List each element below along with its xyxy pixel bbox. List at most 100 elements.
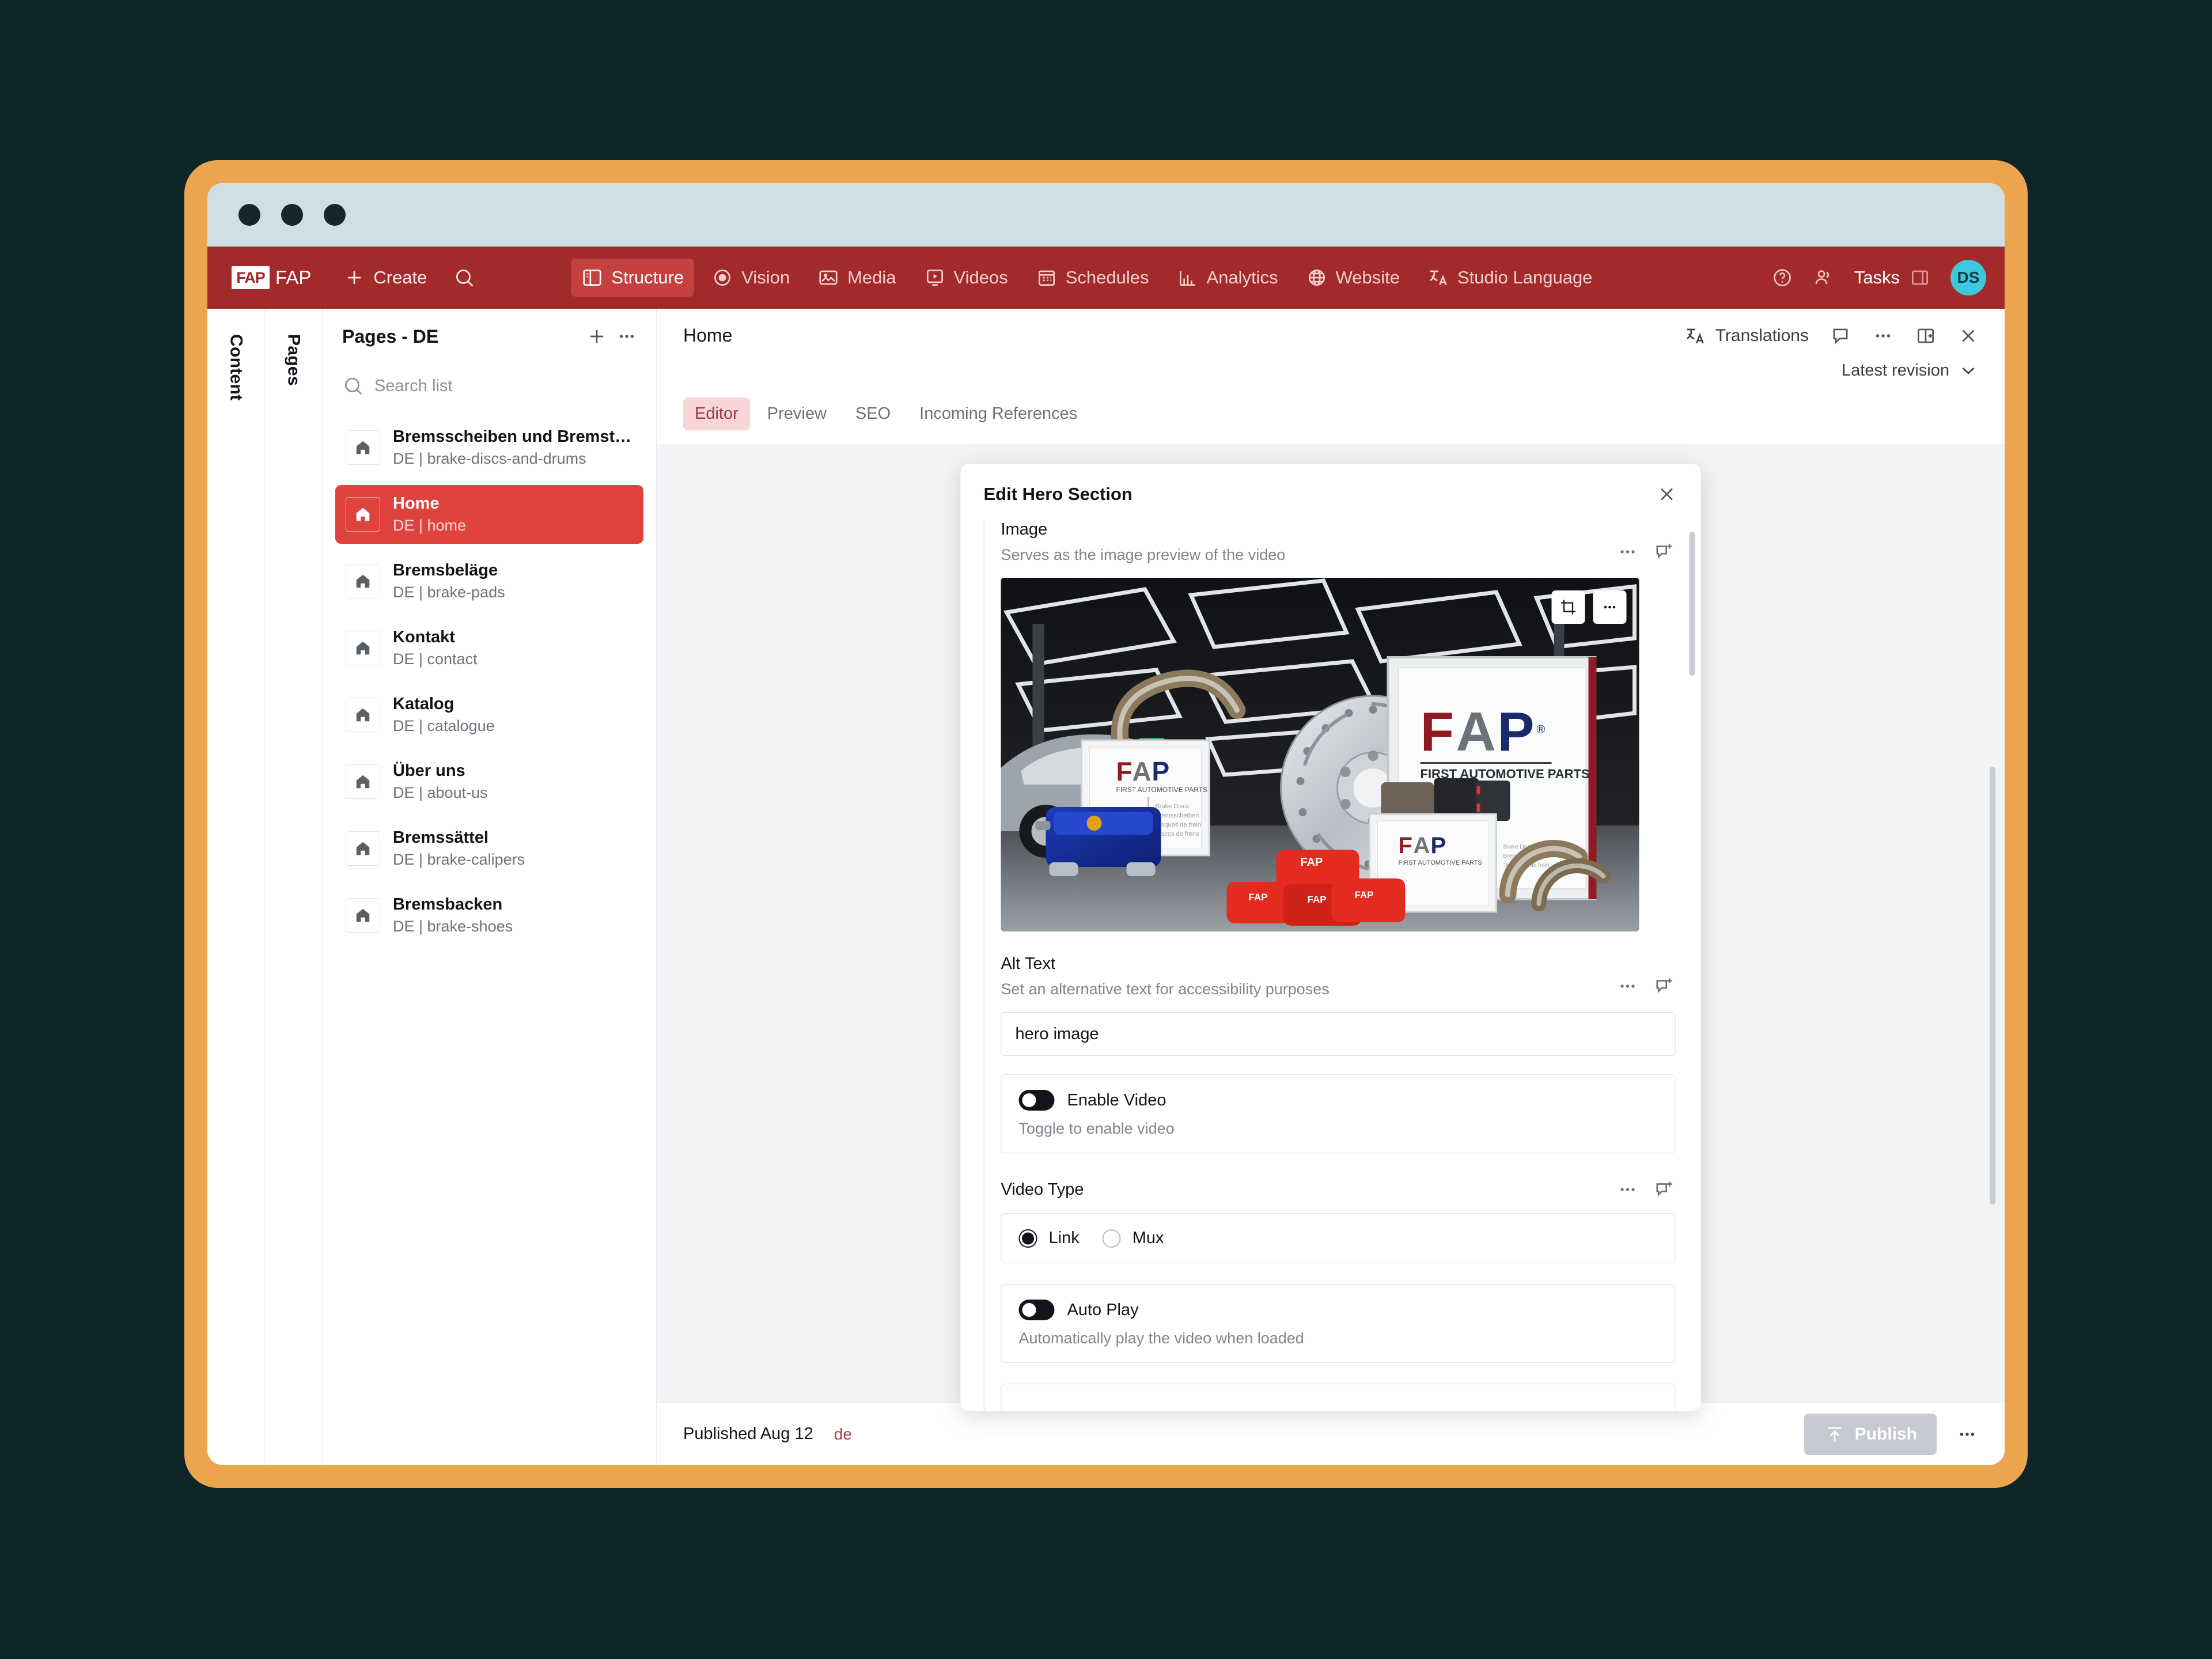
browser-window-frame: FAP FAP Create Structure Vision xyxy=(184,160,2028,1488)
alt-text-field: Alt Text Set an alternative text for acc… xyxy=(1001,955,1676,1056)
window-maximize-button[interactable] xyxy=(324,204,346,226)
svg-text:A: A xyxy=(1132,756,1152,786)
tab-preview[interactable]: Preview xyxy=(756,397,838,430)
rail-content-label: Content xyxy=(226,334,246,1465)
nav-item-videos[interactable]: Videos xyxy=(914,259,1018,297)
list-item-texts: Katalog DE | catalogue xyxy=(393,695,495,735)
hero-image-preview[interactable]: F A P FIRST AUTOMOTIVE PARTS xyxy=(1001,578,1639,931)
radio-mux[interactable] xyxy=(1103,1229,1121,1248)
list-item-subtitle: DE | home xyxy=(393,517,466,535)
tab-seo[interactable]: SEO xyxy=(844,397,902,430)
auto-play-card[interactable]: Auto Play Automatically play the video w… xyxy=(1001,1284,1676,1363)
auto-play-toggle-row: Auto Play xyxy=(1019,1300,1658,1320)
list-item[interactable]: Katalog DE | catalogue xyxy=(335,685,643,744)
nav-item-vision[interactable]: Vision xyxy=(701,259,800,297)
image-field-description: Serves as the image preview of the video xyxy=(1001,546,1286,564)
dialog-scrollbar[interactable] xyxy=(1690,532,1695,676)
avatar[interactable]: DS xyxy=(1950,260,1986,296)
nav-item-studio-language[interactable]: Studio Language xyxy=(1417,259,1603,297)
video-icon xyxy=(924,267,946,289)
tab-editor[interactable]: Editor xyxy=(683,397,750,430)
publish-button[interactable]: Publish xyxy=(1804,1414,1937,1455)
navbar-right: Tasks DS xyxy=(1771,260,1986,296)
list-item[interactable]: Kontakt DE | contact xyxy=(335,619,643,677)
image-field-row: Serves as the image preview of the video xyxy=(1001,539,1676,564)
revision-selector[interactable]: Latest revision xyxy=(1842,359,1979,381)
nav-item-structure[interactable]: Structure xyxy=(571,259,694,297)
users-icon[interactable] xyxy=(1813,267,1835,289)
split-pane-icon[interactable] xyxy=(1915,325,1937,347)
video-type-option-link[interactable]: Link xyxy=(1019,1229,1080,1248)
svg-text:FAP: FAP xyxy=(1308,894,1327,905)
crop-image-button[interactable] xyxy=(1552,590,1585,624)
plus-icon xyxy=(586,325,608,347)
list-item[interactable]: Bremsbacken DE | brake-shoes xyxy=(335,886,643,945)
global-search-button[interactable] xyxy=(443,259,486,297)
home-icon xyxy=(346,497,380,532)
published-status: Published Aug 12 xyxy=(683,1425,813,1444)
nav-label: Schedules xyxy=(1066,267,1149,288)
svg-text:F: F xyxy=(1421,701,1455,763)
tasks-button[interactable]: Tasks xyxy=(1854,267,1931,289)
enable-video-label: Enable Video xyxy=(1067,1091,1166,1110)
create-button[interactable]: Create xyxy=(333,259,437,297)
list-item[interactable]: Home DE | home xyxy=(335,485,643,544)
list-item[interactable]: Bremsscheiben und Bremstrom... DE | brak… xyxy=(335,418,643,477)
list-item-texts: Kontakt DE | contact xyxy=(393,628,478,668)
nav-item-analytics[interactable]: Analytics xyxy=(1166,259,1289,297)
add-page-button[interactable] xyxy=(586,325,608,347)
nav-item-schedules[interactable]: Schedules xyxy=(1025,259,1160,297)
window-minimize-button[interactable] xyxy=(281,204,303,226)
comment-icon[interactable] xyxy=(1830,325,1851,347)
rail-pages-label: Pages xyxy=(284,334,304,1465)
brand-logo-icon: FAP xyxy=(232,266,270,289)
pages-pane-menu-button[interactable] xyxy=(616,325,638,347)
browser-window-inner: FAP FAP Create Structure Vision xyxy=(207,183,2005,1465)
dialog-close-button[interactable] xyxy=(1656,483,1678,505)
tab-incoming-references[interactable]: Incoming References xyxy=(908,397,1089,430)
add-comment-icon[interactable] xyxy=(1654,1179,1676,1200)
rail-content[interactable]: Content xyxy=(207,309,265,1465)
search-input[interactable]: Search list xyxy=(323,364,656,408)
document-pane: Home Translations xyxy=(657,309,2005,1465)
more-horizontal-icon[interactable] xyxy=(1617,1179,1639,1200)
nav-item-media[interactable]: Media xyxy=(807,259,906,297)
list-item[interactable]: Bremssättel DE | brake-calipers xyxy=(335,819,643,878)
upload-icon xyxy=(1824,1423,1846,1445)
add-comment-icon[interactable] xyxy=(1654,541,1676,563)
nav-item-website[interactable]: Website xyxy=(1296,259,1410,297)
list-item[interactable]: Bremsbeläge DE | brake-pads xyxy=(335,552,643,611)
add-comment-icon[interactable] xyxy=(1654,975,1676,997)
window-close-button[interactable] xyxy=(238,204,260,226)
image-field-tools xyxy=(1617,541,1676,563)
list-item-title: Bremsscheiben und Bremstrom... xyxy=(393,427,633,446)
document-scrollbar[interactable] xyxy=(1990,767,1995,1205)
more-horizontal-icon[interactable] xyxy=(1617,975,1639,997)
auto-play-label: Auto Play xyxy=(1067,1301,1139,1320)
language-badge[interactable]: de xyxy=(834,1425,852,1444)
panel-icon xyxy=(1909,267,1931,289)
auto-play-toggle[interactable] xyxy=(1019,1300,1055,1320)
alt-text-input[interactable]: hero image xyxy=(1001,1012,1676,1056)
enable-video-toggle[interactable] xyxy=(1019,1090,1055,1111)
close-icon[interactable] xyxy=(1957,325,1979,347)
help-circle-icon[interactable] xyxy=(1771,267,1793,289)
fields-group: Image Serves as the image preview of the… xyxy=(984,520,1676,1411)
radio-link[interactable] xyxy=(1019,1229,1037,1248)
rail-pages[interactable]: Pages xyxy=(265,309,323,1465)
structure-icon xyxy=(581,267,603,289)
alt-text-description: Set an alternative text for accessibilit… xyxy=(1001,980,1330,998)
home-icon xyxy=(346,764,380,799)
video-type-option-mux[interactable]: Mux xyxy=(1103,1229,1164,1248)
plus-icon xyxy=(343,267,365,289)
image-menu-button[interactable] xyxy=(1593,590,1627,624)
list-item[interactable]: Über uns DE | about-us xyxy=(335,752,643,811)
more-horizontal-icon[interactable] xyxy=(1956,1423,1978,1445)
nav-label: Website xyxy=(1336,267,1400,288)
list-item-subtitle: DE | about-us xyxy=(393,784,488,802)
enable-video-card[interactable]: Enable Video Toggle to enable video xyxy=(1001,1074,1676,1153)
next-field-card[interactable] xyxy=(1001,1384,1676,1411)
more-horizontal-icon[interactable] xyxy=(1872,325,1894,347)
more-horizontal-icon[interactable] xyxy=(1617,541,1639,563)
translations-button[interactable]: Translations xyxy=(1684,325,1809,347)
